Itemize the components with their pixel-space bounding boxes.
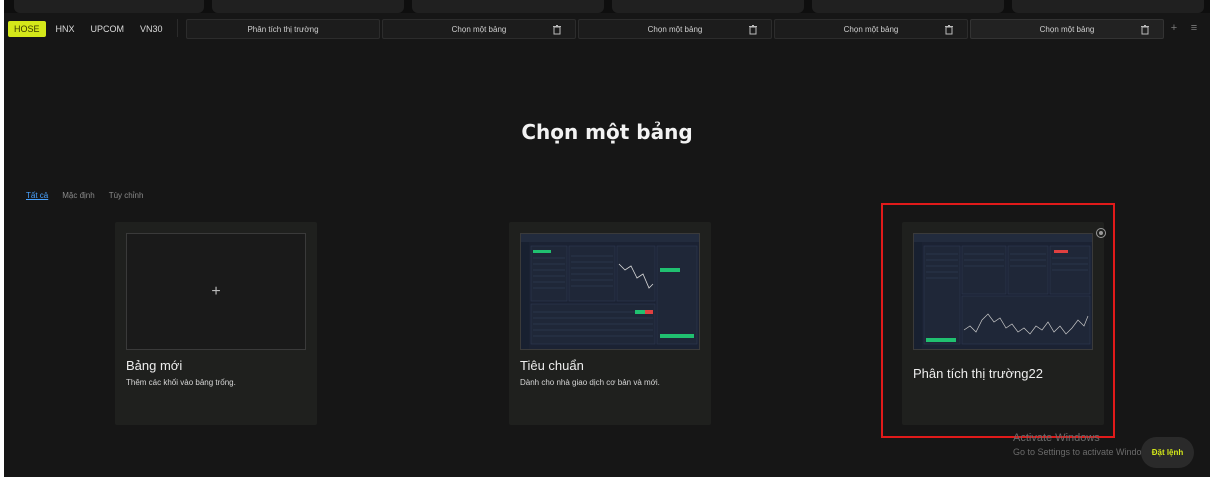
trash-icon[interactable] [749,25,757,35]
exchange-selector: HOSE HNX UPCOM VN30 [8,19,169,39]
tab-choose-board-1[interactable]: Chọn một bảng [382,19,576,39]
tab-label: Chọn một bảng [843,24,899,34]
exchange-hnx[interactable]: HNX [50,21,81,37]
exchange-vn30[interactable]: VN30 [134,21,169,37]
board-description: Dành cho nhà giao dịch cơ bản và mới. [520,378,660,387]
trash-icon[interactable] [945,25,953,35]
board-name: Tiêu chuẩn [520,358,584,373]
board-description: Thêm các khối vào bảng trống. [126,378,236,387]
tab-label: Chọn một bảng [451,24,507,34]
watermark-subtitle: Go to Settings to activate Windo [1013,447,1142,457]
tab-label: Chọn một bảng [647,24,703,34]
board-thumbnail [520,233,700,350]
filter-all[interactable]: Tất cả [26,191,48,200]
board-thumbnail: + [126,233,306,350]
tab-label: Chọn một bảng [1039,24,1095,34]
highlight-box [881,203,1115,438]
exchange-hose[interactable]: HOSE [8,21,46,37]
trash-icon[interactable] [553,25,561,35]
tab-label: Phân tích thị trường [247,24,319,34]
tab-choose-board-4[interactable]: Chọn một bảng [970,19,1164,39]
filter-custom[interactable]: Tùy chỉnh [109,191,144,200]
divider [177,19,178,37]
top-strip [4,0,1210,13]
page-title: Chọn một bảng [521,120,693,144]
top-bar: HOSE HNX UPCOM VN30 Phân tích thị trường… [4,15,1210,43]
trash-icon[interactable] [1141,25,1149,35]
plus-icon: + [211,282,221,300]
board-preview-image [521,234,699,349]
tab-choose-board-2[interactable]: Chọn một bảng [578,19,772,39]
exchange-upcom[interactable]: UPCOM [85,21,131,37]
tab-market-analysis[interactable]: Phân tích thị trường [186,19,380,39]
tab-choose-board-3[interactable]: Chọn một bảng [774,19,968,39]
filter-default[interactable]: Mặc định [62,191,94,200]
board-card-standard[interactable]: Tiêu chuẩn Dành cho nhà giao dịch cơ bản… [509,222,711,425]
app-window: HOSE HNX UPCOM VN30 Phân tích thị trường… [4,0,1210,477]
watermark-title: Activate Windows [1013,432,1100,444]
plus-icon[interactable]: + [1167,21,1181,35]
activate-windows-watermark: Activate Windows Go to Settings to activ… [1013,432,1142,457]
place-order-button[interactable]: Đặt lệnh [1141,437,1194,468]
filter-tabs: Tất cả Mặc định Tùy chỉnh [26,191,143,200]
board-card-new[interactable]: + Bảng mới Thêm các khối vào bảng trống. [115,222,317,425]
board-name: Bảng mới [126,358,183,373]
hamburger-menu-icon[interactable]: ≡ [1187,21,1201,35]
